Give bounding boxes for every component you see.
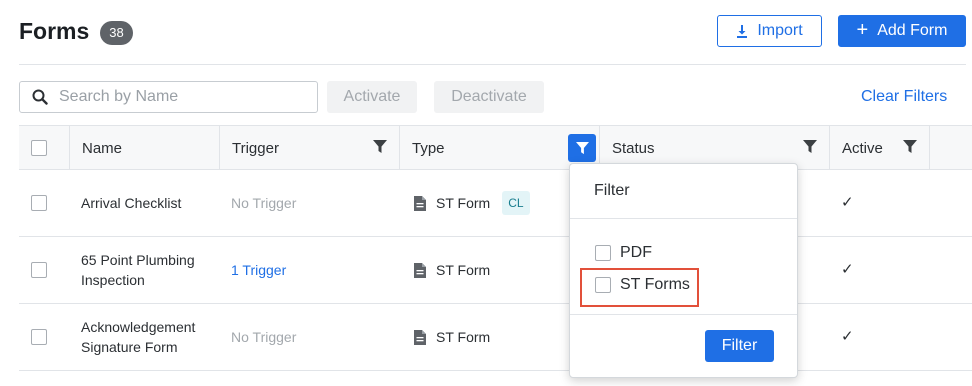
type-cell: ST Form CL (414, 170, 530, 236)
import-label: Import (757, 22, 803, 39)
document-icon (414, 329, 426, 345)
filter-option-st-forms[interactable]: ST Forms (595, 276, 690, 294)
column-status-label: Status (612, 139, 655, 157)
popup-divider (570, 314, 797, 315)
popup-title: Filter (594, 182, 630, 199)
add-form-label: Add Form (877, 22, 948, 39)
table-row[interactable]: Arrival Checklist No Trigger ST Form CL … (19, 170, 972, 237)
filter-icon (575, 141, 589, 154)
column-header-extra (929, 126, 972, 170)
pdf-checkbox[interactable] (595, 245, 611, 261)
st-forms-option-label: ST Forms (620, 276, 690, 293)
column-name-label: Name (82, 139, 123, 157)
deactivate-button[interactable]: Deactivate (434, 81, 544, 113)
type-filter-button[interactable] (568, 134, 596, 162)
trigger-text: No Trigger (231, 329, 297, 345)
type-cell: ST Form (414, 237, 490, 303)
select-all-checkbox[interactable] (31, 140, 47, 156)
search-icon (32, 89, 48, 105)
trigger-filter-icon[interactable] (373, 140, 387, 154)
row-checkbox[interactable] (31, 262, 47, 278)
row-checkbox[interactable] (31, 329, 47, 345)
document-icon (414, 195, 426, 211)
column-header-active[interactable]: Active (829, 126, 929, 170)
forms-count-badge: 38 (100, 21, 133, 45)
search-field[interactable] (19, 81, 318, 113)
form-name[interactable]: 65 Point Plumbing Inspection (81, 237, 221, 303)
table-header: Name Trigger Type Status Active (19, 125, 972, 170)
column-trigger-label: Trigger (232, 139, 279, 157)
pdf-option-label: PDF (620, 244, 652, 261)
trigger-text: No Trigger (231, 195, 297, 211)
type-label: ST Form (436, 329, 491, 345)
column-active-label: Active (842, 139, 883, 157)
activate-button[interactable]: Activate (327, 81, 417, 113)
filter-option-pdf[interactable]: PDF (595, 244, 652, 262)
column-header-name[interactable]: Name (69, 126, 219, 170)
checkmark-icon: ✓ (841, 261, 854, 278)
page-title: Forms (19, 18, 90, 44)
plus-icon: + (856, 19, 869, 41)
popup-divider (570, 218, 797, 219)
st-forms-checkbox[interactable] (595, 277, 611, 293)
select-all-cell (19, 126, 69, 170)
column-header-trigger[interactable]: Trigger (219, 126, 399, 170)
apply-filter-button[interactable]: Filter (705, 330, 774, 362)
search-input[interactable] (59, 88, 299, 106)
table-row[interactable]: 65 Point Plumbing Inspection 1 Trigger S… (19, 237, 972, 304)
header-divider (19, 64, 966, 65)
type-label: ST Form (436, 195, 491, 211)
type-label: ST Form (436, 262, 491, 278)
type-cell: ST Form (414, 304, 490, 370)
active-filter-icon[interactable] (903, 140, 917, 154)
clear-filters-link[interactable]: Clear Filters (861, 88, 947, 106)
add-form-button[interactable]: + Add Form (838, 15, 966, 47)
form-name[interactable]: Arrival Checklist (81, 170, 221, 236)
column-type-label: Type (412, 139, 445, 157)
checkmark-icon: ✓ (841, 194, 854, 211)
trigger-link[interactable]: 1 Trigger (231, 237, 286, 303)
row-checkbox[interactable] (31, 195, 47, 211)
checkmark-icon: ✓ (841, 328, 854, 345)
type-filter-popup: Filter PDF ST Forms Filter (569, 163, 798, 378)
document-icon (414, 262, 426, 278)
download-icon (737, 24, 748, 38)
import-button[interactable]: Import (717, 15, 822, 47)
table-row[interactable]: Acknowledgement Signature Form No Trigge… (19, 304, 972, 371)
cl-badge: CL (502, 191, 530, 215)
status-filter-icon[interactable] (803, 140, 817, 154)
form-name[interactable]: Acknowledgement Signature Form (81, 304, 221, 370)
